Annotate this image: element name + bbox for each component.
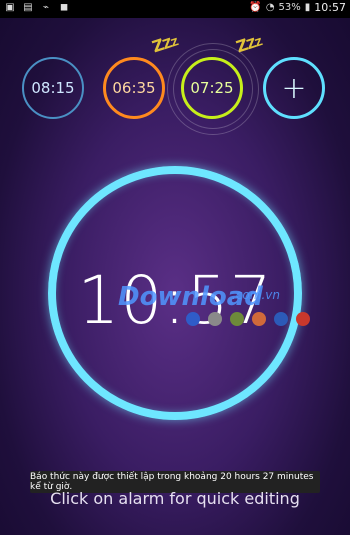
status-bar: ▣ ▤ ⌁ ◼ ⏰ ◔ 53% ▮ 10:57 xyxy=(0,0,350,18)
status-time: 10:57 xyxy=(314,1,346,14)
theme-dot-2[interactable] xyxy=(208,312,222,326)
wifi-icon: ◔ xyxy=(265,2,275,13)
alarm-chip-3[interactable]: 07:25 xyxy=(181,57,243,119)
gallery-icon: ▣ xyxy=(5,2,15,13)
alarm-chip-2[interactable]: 06:35 xyxy=(103,57,165,119)
usb-icon: ⌁ xyxy=(42,2,50,13)
hint-text: Click on alarm for quick editing xyxy=(50,489,300,508)
image-icon: ▤ xyxy=(23,2,33,13)
snooze-icon: ZZZ xyxy=(149,35,180,57)
alarm-icon: ⏰ xyxy=(249,2,262,13)
theme-dot-4[interactable] xyxy=(252,312,266,326)
theme-dot-5[interactable] xyxy=(274,312,288,326)
battery-icon: ▮ xyxy=(304,2,311,13)
theme-dot-3[interactable] xyxy=(230,312,244,326)
alarm-chip-1[interactable]: 08:15 xyxy=(22,57,84,119)
bag-icon: ◼ xyxy=(59,2,69,13)
add-alarm-button[interactable]: + xyxy=(263,57,325,119)
theme-dot-6[interactable] xyxy=(296,312,310,326)
battery-percent: 53% xyxy=(278,2,301,13)
watermark-sub: .com.vn xyxy=(232,288,280,302)
theme-dot-1[interactable] xyxy=(186,312,200,326)
